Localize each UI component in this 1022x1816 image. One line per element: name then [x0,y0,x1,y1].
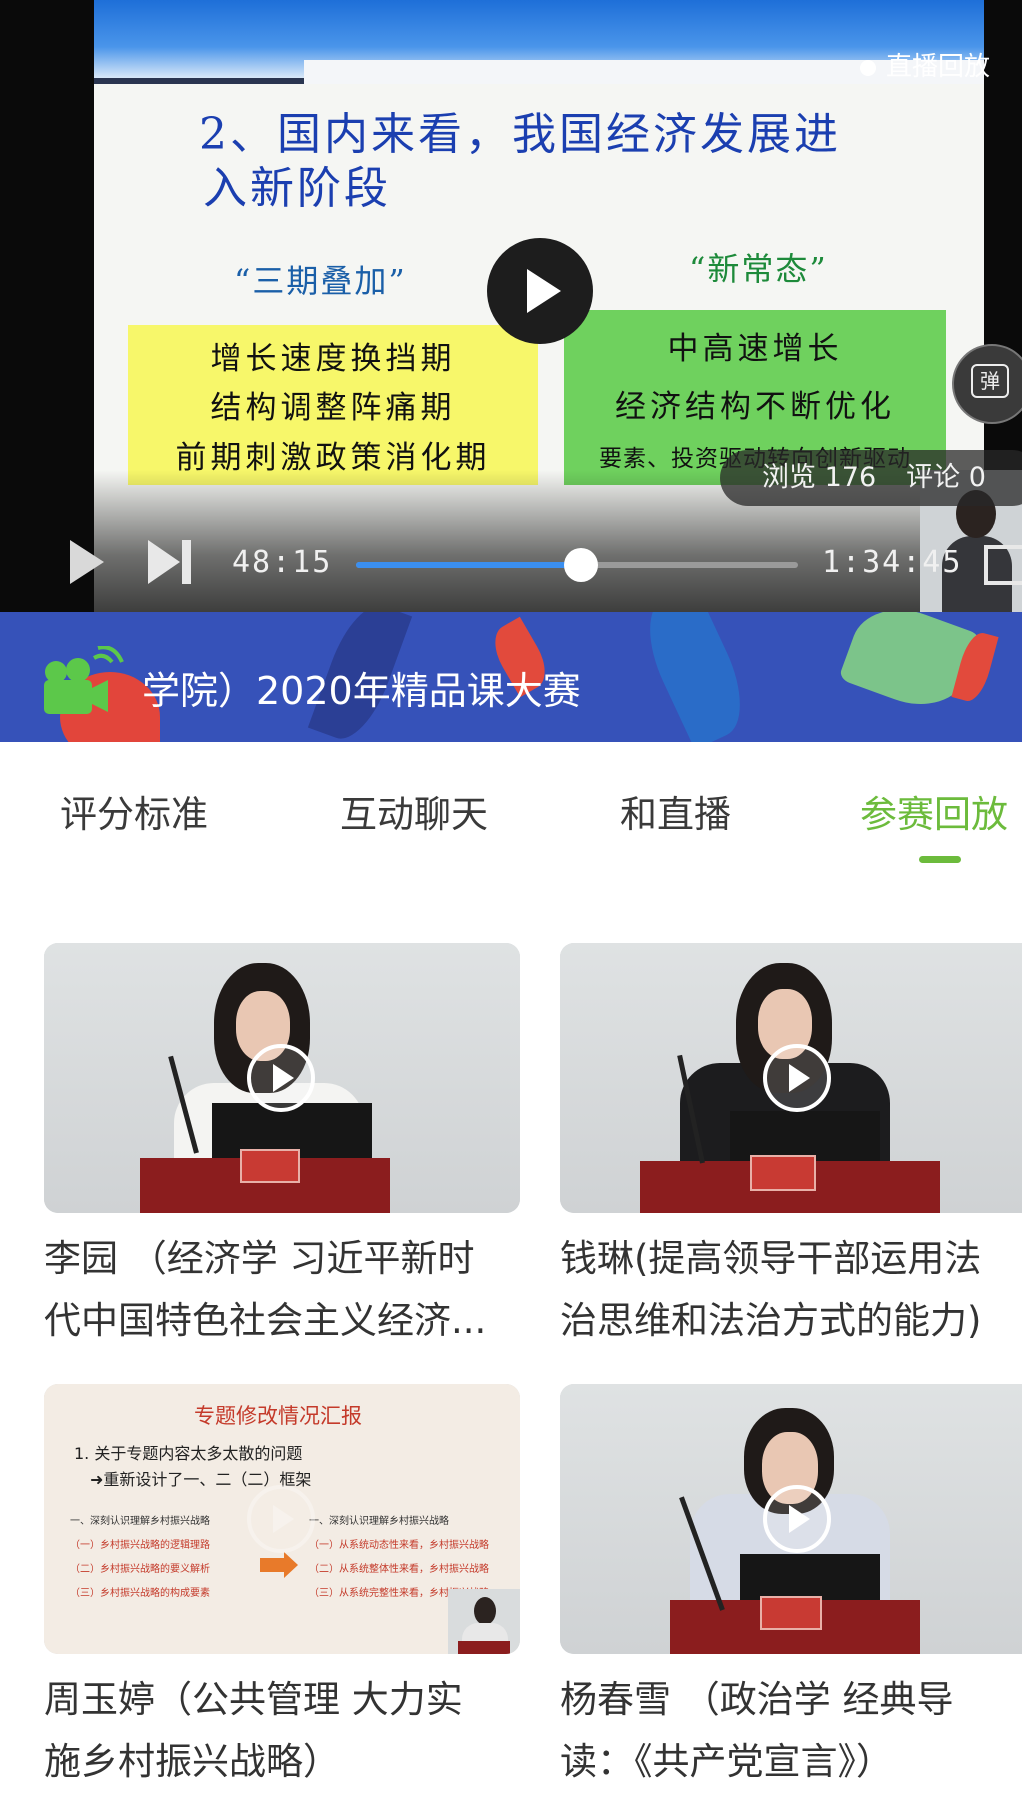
slide-thumb-text: （一）从系统动态性来看，乡村振兴战略 [309,1540,489,1551]
video-title-line: 周玉婷（公共管理 大力实 [44,1678,463,1721]
fullscreen-icon[interactable] [984,545,1022,585]
video-title[interactable]: 杨春雪 （政治学 经典导 读：《共产党宣言》） [560,1669,1022,1793]
banner-leaf [631,612,759,742]
slide-right-item: 中高速增长 [667,330,843,367]
live-dot-icon [860,59,876,76]
total-time: 1:34:45 [822,545,963,580]
video-title-line: 读：《共产党宣言》） [560,1740,893,1783]
tab-he-live[interactable]: 和直播 [620,784,731,838]
play-circle-icon[interactable] [247,1044,315,1112]
camera-logo-icon [44,646,124,714]
progress-fill [356,562,582,568]
name-plate [760,1596,822,1630]
laptop [730,1111,880,1161]
arrow-right-icon [260,1552,298,1578]
replay-grid: 李园 （经济学 习近平新时 代中国特色社会主义经济... 钱琳(提高领导干部运用… [0,882,1022,1816]
name-plate [750,1155,816,1191]
video-title[interactable]: 钱琳(提高领导干部运用法 治思维和法治方式的能力) [560,1228,1022,1352]
banner-title: 学院）2020年精品课大赛 [142,669,581,713]
video-thumbnail[interactable] [44,943,520,1213]
slide-right-item: 经济结构不断优化 [615,388,895,425]
video-title[interactable]: 周玉婷（公共管理 大力实 施乡村振兴战略） [44,1669,544,1793]
active-tab-indicator [919,856,961,863]
danmu-icon: 弹 [971,364,1009,398]
next-icon[interactable] [148,540,192,584]
name-plate [240,1149,300,1183]
video-thumbnail[interactable]: 专题修改情况汇报 1. 关于专题内容太多太散的问题 ➜重新设计了一、二（二）框架… [44,1384,520,1654]
slide-left-item: 增长速度换挡期 [210,341,456,378]
play-circle-icon[interactable] [247,1485,315,1553]
tab-bar: 评分标准 互动聊天 和直播 参赛回放 [0,742,1022,882]
slide-title-line-2: 入新阶段 [203,163,391,214]
slide-left-item: 结构调整阵痛期 [210,390,456,427]
slide-thumb-text: （三）乡村振兴战略的构成要素 [70,1588,210,1599]
slide-title: 2、国内来看，我国经济发展进 入新阶段 [199,108,899,216]
course-banner: 学院）2020年精品课大赛 [0,612,1022,742]
video-title[interactable]: 李园 （经济学 习近平新时 代中国特色社会主义经济... [44,1228,544,1352]
slide-right-heading: “新常态” [689,250,828,288]
comments-count: 评论 0 [906,462,986,493]
play-overlay-button[interactable] [487,238,593,344]
slide-left-box: 增长速度换挡期 结构调整阵痛期 前期刺激政策消化期 [128,325,538,485]
tab-interactive-chat[interactable]: 互动聊天 [340,784,488,838]
video-title-line: 施乡村振兴战略） [44,1740,340,1783]
slide-title-line-1: 2、国内来看，我国经济发展进 [199,109,841,160]
video-title-line: 杨春雪 （政治学 经典导 [560,1678,954,1721]
slide-thumb-text: （二）从系统整体性来看，乡村振兴战略 [309,1564,489,1575]
video-player[interactable]: 2、国内来看，我国经济发展进 入新阶段 “三期叠加” “新常态” 增长速度换挡期… [0,0,1022,612]
video-title-line: 治思维和法治方式的能力) [560,1299,982,1342]
slide-left-heading: “三期叠加” [234,262,407,300]
views-count: 浏览 176 [762,462,877,493]
video-title-line: 代中国特色社会主义经济... [44,1299,487,1342]
slide-thumb-text: 一、深刻认识理解乡村振兴战略 [70,1516,210,1527]
live-replay-tag: 直播回放 [860,46,990,83]
video-title-line: 李园 （经济学 习近平新时 [44,1237,475,1280]
slide-thumb-text: （一）乡村振兴战略的逻辑理路 [70,1540,210,1551]
tab-contest-replay[interactable]: 参赛回放 [860,784,1008,838]
play-circle-icon[interactable] [763,1044,831,1112]
live-replay-label: 直播回放 [886,52,991,82]
speaker-pip [448,1589,520,1654]
video-thumbnail[interactable] [560,1384,1022,1654]
video-stats: 浏览 176 评论 0 [720,450,1022,506]
video-thumbnail[interactable] [560,943,1022,1213]
laptop [740,1554,880,1602]
slide-thumb-text: 一、深刻认识理解乡村振兴战略 [309,1516,449,1527]
slide-thumb-text: （二）乡村振兴战略的要义解析 [70,1564,210,1575]
play-icon[interactable] [70,540,104,584]
slide-thumb-heading: 专题修改情况汇报 [194,1404,362,1428]
danmu-toggle-button[interactable]: 弹 [952,344,1022,424]
tab-scoring-criteria[interactable]: 评分标准 [60,784,208,838]
current-time: 48:15 [232,545,333,580]
slide-thumb-line: 1. 关于专题内容太多太散的问题 [74,1444,303,1463]
progress-bar[interactable] [356,548,798,582]
video-title-line: 钱琳(提高领导干部运用法 [560,1237,982,1280]
play-circle-icon[interactable] [763,1485,831,1553]
